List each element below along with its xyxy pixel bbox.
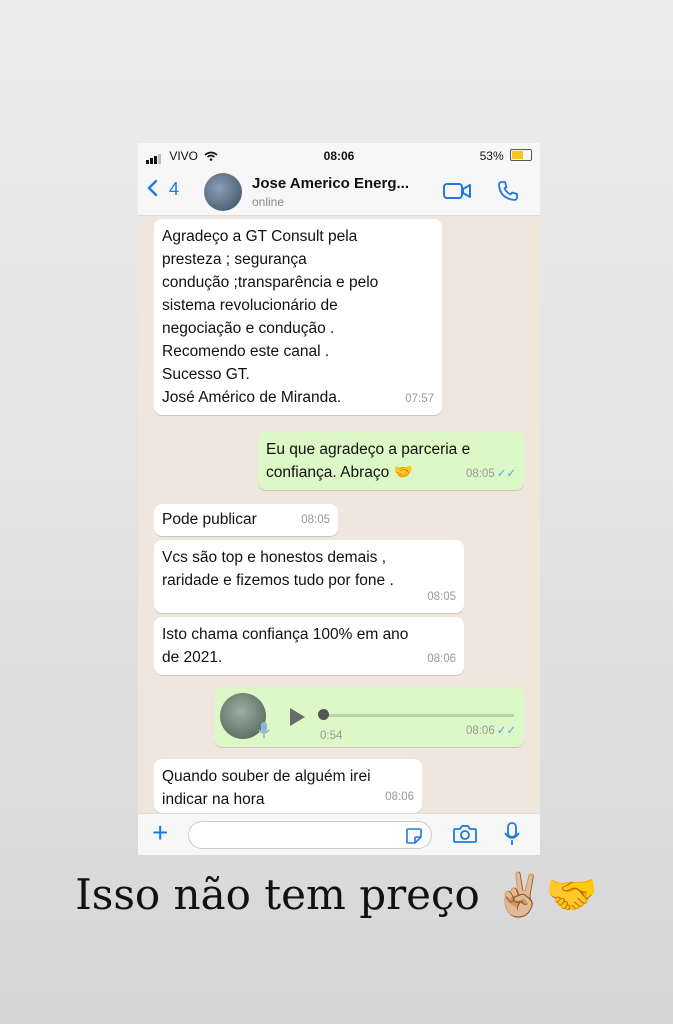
message-time: 08:05 [465, 468, 495, 480]
chat-area[interactable]: Agradeço a GT Consult pela presteza ; se… [138, 216, 540, 813]
back-chevron-icon [147, 179, 158, 197]
video-call-icon[interactable] [442, 181, 472, 201]
message-bubble-incoming[interactable]: Pode publicar 08:05 [154, 504, 338, 536]
contact-name[interactable]: Jose Americo Energ... [252, 175, 409, 192]
read-ticks-icon: ✓✓ [496, 468, 516, 480]
message-input-bar: + [138, 813, 540, 855]
mic-icon [258, 722, 270, 738]
phone-call-icon[interactable] [496, 179, 520, 203]
back-button[interactable]: 4 [146, 179, 179, 200]
sticker-icon[interactable] [405, 827, 423, 845]
message-time: 08:06 [465, 725, 495, 737]
message-bubble-incoming[interactable]: Quando souber de alguém irei indicar na … [154, 759, 422, 813]
contact-avatar[interactable] [204, 173, 242, 211]
message-bubble-incoming[interactable]: Vcs são top e honestos demais , raridade… [154, 540, 464, 613]
message-time: 08:06 [385, 791, 414, 803]
voice-duration: 0:54 [320, 730, 343, 742]
story-caption: Isso não tem preço ✌🏼🤝 [75, 870, 598, 919]
battery-percent: 53% [479, 149, 504, 163]
audio-scrubber[interactable] [318, 709, 329, 720]
message-time: 07:57 [405, 393, 434, 405]
message-time: 08:06 [427, 653, 456, 665]
attach-plus-button[interactable]: + [152, 818, 168, 848]
message-bubble-outgoing[interactable]: Eu que agradeço a parceria e confiança. … [258, 432, 524, 490]
message-time: 08:05 [301, 514, 330, 526]
message-bubble-incoming[interactable]: Agradeço a GT Consult pela presteza ; se… [154, 219, 442, 415]
read-ticks-icon: ✓✓ [496, 725, 516, 737]
mic-icon[interactable] [504, 821, 520, 847]
back-count: 4 [169, 179, 180, 199]
message-bubble-incoming[interactable]: Isto chama confiança 100% em ano de 2021… [154, 617, 464, 675]
message-time: 08:05 [427, 591, 456, 603]
status-bar: VIVO 08:06 53% [138, 143, 540, 169]
message-input[interactable] [188, 821, 432, 849]
chat-header: 4 Jose Americo Energ... online [138, 169, 540, 216]
play-icon[interactable] [288, 707, 306, 727]
voice-message-bubble[interactable]: 0:54 08:06 ✓✓ [214, 687, 524, 747]
battery-icon [510, 149, 532, 161]
phone-screenshot: VIVO 08:06 53% 4 Jose Americo Energ... o… [138, 143, 540, 855]
camera-icon[interactable] [452, 823, 478, 845]
contact-status: online [252, 195, 285, 209]
